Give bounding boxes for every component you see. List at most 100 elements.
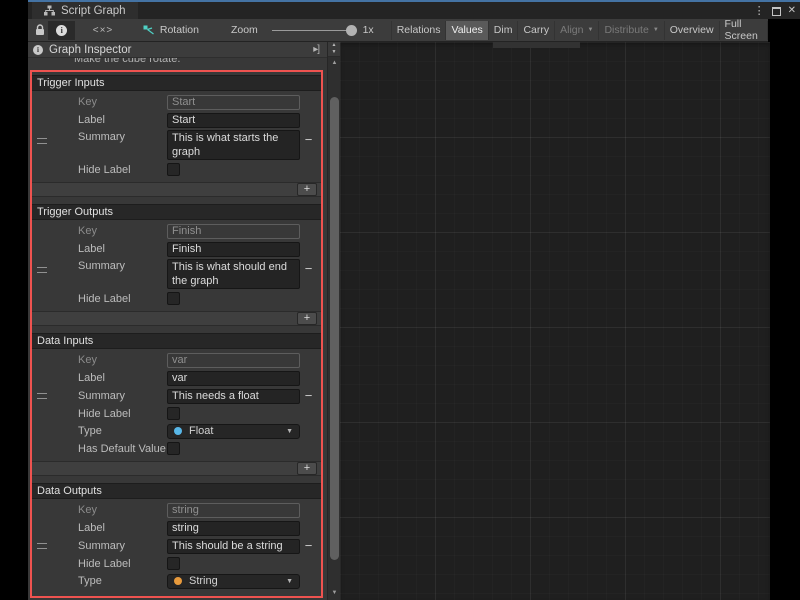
add-item-button[interactable]: + bbox=[297, 462, 317, 475]
label-field[interactable]: var bbox=[167, 371, 300, 386]
field-row-summary: Summary This needs a float − bbox=[32, 388, 321, 404]
section-trigger-inputs: Key Start Label Start Summary This is wh… bbox=[32, 91, 321, 197]
chevron-down-icon: ▼ bbox=[588, 27, 594, 33]
drag-handle-icon[interactable] bbox=[37, 138, 47, 144]
hide-label-checkbox[interactable] bbox=[167, 292, 180, 305]
carry-button[interactable]: Carry bbox=[517, 21, 554, 40]
type-value: String bbox=[189, 575, 218, 587]
spinner-down-icon[interactable]: ▼ bbox=[328, 49, 340, 56]
graph-description-text: Make the cube rotate. bbox=[28, 58, 327, 65]
field-row-key: Key Start bbox=[32, 94, 321, 110]
zoom-slider[interactable] bbox=[272, 30, 350, 31]
field-row-key: Key var bbox=[32, 352, 321, 368]
string-type-dot-icon bbox=[174, 577, 182, 585]
list-footer: + bbox=[32, 182, 321, 197]
key-field: Finish bbox=[167, 224, 300, 239]
scroll-down-button[interactable]: ▼ bbox=[328, 587, 341, 600]
add-item-button[interactable]: + bbox=[297, 312, 317, 325]
relations-button[interactable]: Relations bbox=[391, 21, 446, 40]
type-dropdown[interactable]: Float ▼ bbox=[167, 424, 300, 439]
field-row-summary: Summary This is what should end the grap… bbox=[32, 259, 321, 289]
inspector-toggle-button[interactable]: i bbox=[48, 21, 75, 40]
zoom-slider-knob[interactable] bbox=[346, 25, 357, 36]
inspector-scrollbar[interactable]: ▲ ▼ ▲ ▼ bbox=[327, 42, 340, 600]
summary-field[interactable]: This is what should end the graph bbox=[167, 259, 300, 289]
rotation-label: Rotation bbox=[160, 24, 199, 36]
label-field[interactable]: Start bbox=[167, 113, 300, 128]
summary-label: Summary bbox=[78, 131, 167, 143]
add-item-button[interactable]: + bbox=[297, 183, 317, 196]
section-header-data-outputs: Data Outputs bbox=[32, 483, 321, 499]
drag-handle-icon[interactable] bbox=[37, 393, 47, 399]
fullscreen-button[interactable]: Full Screen bbox=[719, 21, 768, 40]
values-button[interactable]: Values bbox=[445, 21, 487, 40]
dim-button[interactable]: Dim bbox=[488, 21, 518, 40]
field-row-type: Type Float ▼ bbox=[32, 423, 321, 439]
type-dropdown[interactable]: String ▼ bbox=[167, 574, 300, 589]
pane-spinner[interactable]: ▲ ▼ bbox=[328, 42, 340, 57]
graph-inspector-panel: i Graph Inspector ▸] Make the cube rotat… bbox=[28, 42, 327, 600]
label-field[interactable]: Finish bbox=[167, 242, 300, 257]
scrollbar-thumb[interactable] bbox=[330, 97, 339, 560]
lock-button[interactable] bbox=[31, 21, 48, 40]
field-row-summary: Summary This should be a string − bbox=[32, 538, 321, 554]
section-data-inputs: Key var Label var Summary This needs a f… bbox=[32, 349, 321, 476]
key-label: Key bbox=[78, 354, 167, 366]
hide-label-checkbox[interactable] bbox=[167, 407, 180, 420]
spinner-up-icon[interactable]: ▲ bbox=[328, 42, 340, 49]
drag-handle-icon[interactable] bbox=[37, 543, 47, 549]
annotation-red-box: Trigger Inputs Key Start Label Start Sum… bbox=[30, 70, 323, 598]
type-label: Type bbox=[78, 575, 167, 587]
remove-item-button[interactable]: − bbox=[301, 389, 316, 403]
dropdown-shadow bbox=[493, 42, 580, 48]
code-view-button[interactable]: <×> bbox=[75, 21, 131, 40]
field-row-hide-label: Hide Label bbox=[32, 291, 321, 306]
list-footer: + bbox=[32, 311, 321, 326]
remove-item-button[interactable]: − bbox=[301, 539, 316, 553]
field-row-summary: Summary This is what starts the graph − bbox=[32, 130, 321, 160]
code-icon: <×> bbox=[93, 25, 114, 36]
field-row-label: Label string bbox=[32, 520, 321, 536]
remove-item-button[interactable]: − bbox=[301, 133, 316, 147]
remove-item-button[interactable]: − bbox=[301, 262, 316, 276]
rotation-icon bbox=[143, 25, 155, 36]
close-icon[interactable]: ✕ bbox=[788, 4, 796, 18]
summary-label: Summary bbox=[78, 260, 167, 272]
summary-field[interactable]: This needs a float bbox=[167, 389, 300, 404]
field-row-key: Key string bbox=[32, 502, 321, 518]
drag-handle-icon[interactable] bbox=[37, 267, 47, 273]
dock-icon[interactable]: ▸] bbox=[313, 44, 319, 55]
scroll-up-button[interactable]: ▲ bbox=[328, 57, 341, 70]
has-default-label: Has Default Value bbox=[78, 443, 167, 455]
align-label: Align bbox=[560, 24, 583, 36]
has-default-checkbox[interactable] bbox=[167, 442, 180, 455]
float-type-dot-icon bbox=[174, 427, 182, 435]
overview-button[interactable]: Overview bbox=[664, 21, 719, 40]
inspector-header: i Graph Inspector ▸] bbox=[28, 42, 327, 58]
field-row-hide-label: Hide Label bbox=[32, 162, 321, 177]
summary-label: Summary bbox=[78, 540, 167, 552]
section-header-data-inputs: Data Inputs bbox=[32, 333, 321, 349]
graph-canvas[interactable] bbox=[340, 42, 770, 600]
distribute-label: Distribute bbox=[604, 24, 648, 36]
align-button: Align ▼ bbox=[554, 21, 598, 40]
label-label: Label bbox=[78, 372, 167, 384]
hide-label-checkbox[interactable] bbox=[167, 557, 180, 570]
screenshot-root: Script Graph ⋮ ✕ i <×> Rotation bbox=[0, 0, 800, 600]
field-row-hide-label: Hide Label bbox=[32, 406, 321, 421]
summary-field[interactable]: This should be a string bbox=[167, 539, 300, 554]
inspector-title: Graph Inspector bbox=[49, 44, 131, 56]
field-row-label: Label Finish bbox=[32, 241, 321, 257]
fullscreen-label: Full Screen bbox=[725, 18, 762, 42]
maximize-icon[interactable] bbox=[772, 7, 781, 16]
graph-icon bbox=[44, 5, 55, 16]
key-field: string bbox=[167, 503, 300, 518]
tab-title: Script Graph bbox=[61, 5, 126, 17]
rotation-button[interactable]: Rotation bbox=[135, 24, 207, 36]
summary-field[interactable]: This is what starts the graph bbox=[167, 130, 300, 160]
tab-script-graph[interactable]: Script Graph bbox=[32, 2, 138, 19]
hide-label-checkbox[interactable] bbox=[167, 163, 180, 176]
field-row-has-default: Has Default Value bbox=[32, 441, 321, 456]
window-menu-icon[interactable]: ⋮ bbox=[754, 4, 765, 18]
label-field[interactable]: string bbox=[167, 521, 300, 536]
